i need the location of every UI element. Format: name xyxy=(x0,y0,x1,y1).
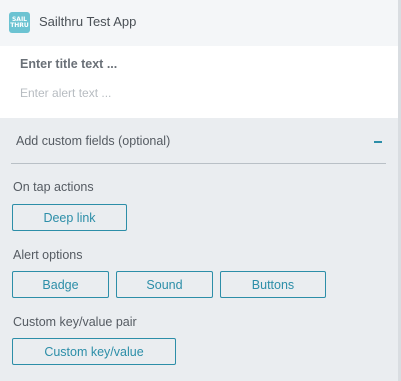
app-icon: SAIL THRU xyxy=(9,12,30,33)
badge-button[interactable]: Badge xyxy=(12,271,109,298)
custom-pair-label: Custom key/value pair xyxy=(13,315,137,329)
minus-icon[interactable] xyxy=(374,141,382,143)
app-icon-line2: THRU xyxy=(10,21,29,29)
app-name: Sailthru Test App xyxy=(39,14,137,29)
app-header: SAIL THRU Sailthru Test App xyxy=(0,0,398,46)
custom-fields-toggle[interactable]: Add custom fields (optional) xyxy=(11,129,386,164)
notification-card: Enter title text ... Enter alert text ..… xyxy=(0,46,398,118)
sound-button[interactable]: Sound xyxy=(116,271,213,298)
title-input[interactable]: Enter title text ... xyxy=(20,57,117,71)
custom-fields-label: Add custom fields (optional) xyxy=(16,134,171,148)
on-tap-actions-label: On tap actions xyxy=(13,180,94,194)
alert-input[interactable]: Enter alert text ... xyxy=(20,86,111,100)
alert-options-label: Alert options xyxy=(13,248,83,262)
buttons-button[interactable]: Buttons xyxy=(220,271,326,298)
deep-link-button[interactable]: Deep link xyxy=(12,204,127,231)
custom-key-value-button[interactable]: Custom key/value xyxy=(12,338,176,365)
